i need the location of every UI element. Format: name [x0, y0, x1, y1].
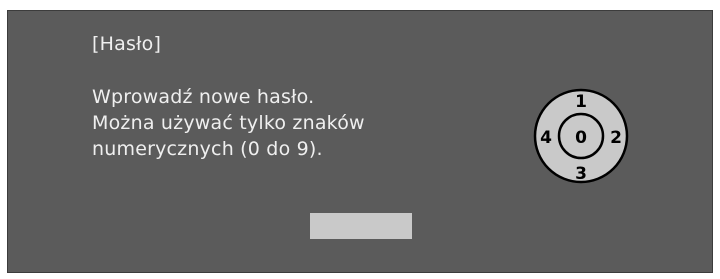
keypad-key-center: 0	[575, 128, 587, 148]
message-line-2: Można używać tylko znaków	[92, 112, 365, 134]
password-dialog: [Hasło] Wprowadź nowe hasło. Można używa…	[7, 10, 713, 273]
keypad-key-down: 3	[575, 164, 587, 184]
keypad-key-right: 2	[610, 128, 622, 148]
message-line-1: Wprowadź nowe hasło.	[92, 86, 315, 108]
keypad-key-left: 4	[540, 128, 552, 148]
dialog-message: Wprowadź nowe hasło. Można używać tylko …	[92, 84, 365, 162]
remote-numeric-keypad-icon: 1 2 3 4 0	[533, 88, 629, 184]
message-line-3: numerycznych (0 do 9).	[92, 138, 323, 160]
dialog-title: [Hasło]	[92, 33, 162, 55]
keypad-key-up: 1	[575, 92, 587, 112]
password-input-field[interactable]	[310, 213, 412, 239]
